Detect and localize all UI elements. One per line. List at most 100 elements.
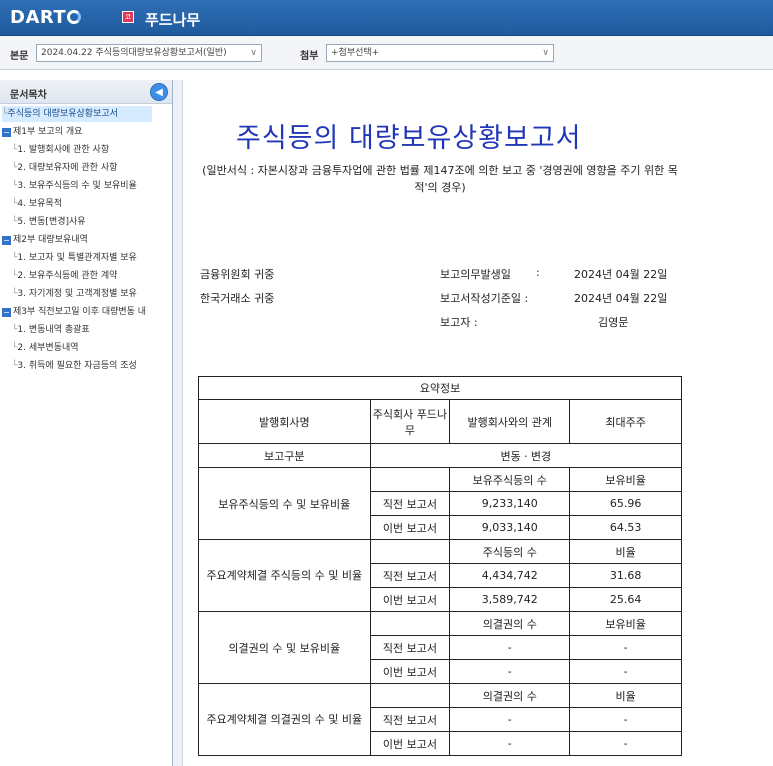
toc-item-cover[interactable]: └주식등의 대량보유상황보고서 [2,106,152,122]
addressee-fsc: 금융위원회 귀중 [200,268,275,281]
relation-label: 발행회사와의 관계 [449,399,571,444]
dart-logo[interactable]: DART [10,7,82,28]
toc-item[interactable]: └3. 취득에 필요한 자금등의 조성 [12,358,137,374]
toc-item[interactable]: └3. 자기계정 및 고객계정별 보유 [12,286,137,302]
section-name: 보유주식등의 수 및 보유비율 [198,467,371,540]
page-subtitle: (일반서식 : 자본시장과 금융투자업에 관한 법률 제147조에 의한 보고 … [202,164,678,194]
section-col1: 의결권의 수 [449,683,571,708]
issuer-name: 주식회사 푸드나무 [369,399,451,444]
summary-table: 요약정보 발행회사명 주식회사 푸드나무 발행회사와의 관계 최대주주 보고구분… [198,376,683,756]
prev-value-1: - [449,635,571,660]
chevron-down-icon: ∨ [250,48,257,58]
company-name: 푸드나무 [145,11,201,29]
logo-swoosh-icon [67,10,82,24]
toc-item[interactable]: └1. 변동내역 총괄표 [12,322,90,338]
attachment-select[interactable]: +첨부선택+ ∨ [326,44,554,62]
toc-item[interactable]: └2. 세부변동내역 [12,340,79,356]
toc-group-part3[interactable]: − 제3부 직전보고일 이후 대량변동 내 [2,304,146,320]
section-col1: 보유주식등의 수 [449,467,571,492]
obligation-date: 2024년 04월 22일 [574,268,668,281]
curr-report-label: 이번 보고서 [369,587,451,612]
expand-icon[interactable]: − [2,308,11,317]
curr-value-1: - [449,731,571,756]
report-type-value: 변동ㆍ변경 [369,443,683,468]
attachment-select-value: +첨부선택+ [331,48,380,58]
chevron-down-icon: ∨ [542,48,549,58]
table-row: 보유주식등의 수 및 보유비율 보유주식등의 수 보유비율 [198,467,682,540]
expand-icon[interactable]: − [2,128,11,137]
prev-value-2: 31.68 [569,563,682,588]
curr-value-2: - [569,731,682,756]
toc-item[interactable]: └2. 보유주식등에 관한 계약 [12,268,117,284]
section-name: 주요계약체결 주식등의 수 및 비율 [198,539,371,612]
curr-value-1: 9,033,140 [449,515,571,540]
prev-report-label: 직전 보고서 [369,635,451,660]
main-doc-select[interactable]: 2024.04.22 주식등의대량보유상황보고서(일반) ∨ [36,44,262,62]
toc-group-part2[interactable]: − 제2부 대량보유내역 [2,232,88,248]
prev-value-2: - [569,635,682,660]
toc-header: 문서목차 ◀ [0,80,172,104]
toc-item[interactable]: └3. 보유주식등의 수 및 보유비율 [12,178,137,194]
curr-value-1: - [449,659,571,684]
attachment-label: 첨부 [300,51,319,62]
table-row: 주요계약체결 의결권의 수 및 비율 의결권의 수 비율 [198,683,682,756]
page-title: 주식등의 대량보유상황보고서 [236,123,582,154]
table-row: 의결권의 수 및 보유비율 의결권의 수 보유비율 [198,611,682,684]
table-row: 발행회사명 주식회사 푸드나무 발행회사와의 관계 최대주주 [198,399,682,444]
toc-item[interactable]: └1. 발행회사에 관한 사항 [12,142,109,158]
section-col2: 비율 [569,539,682,564]
curr-report-label: 이번 보고서 [369,659,451,684]
curr-report-label: 이번 보고서 [369,515,451,540]
issuer-label: 발행회사명 [198,399,371,444]
table-of-contents: 문서목차 ◀ └주식등의 대량보유상황보고서 − 제1부 보고의 개요 └1. 발… [0,80,173,766]
toc-title: 문서목차 [10,90,47,101]
prev-report-label: 직전 보고서 [369,491,451,516]
section-name: 의결권의 수 및 보유비율 [198,611,371,684]
section-col1: 의결권의 수 [449,611,571,636]
toc-item[interactable]: └1. 보고자 및 특별관계자별 보유 [12,250,137,266]
panel-splitter[interactable] [173,80,183,766]
curr-value-1: 3,589,742 [449,587,571,612]
table-row: 보고구분 변동ㆍ변경 [198,443,683,468]
addressee-krx: 한국거래소 귀중 [200,292,275,305]
curr-report-label: 이번 보고서 [369,731,451,756]
section-name: 주요계약체결 의결권의 수 및 비율 [198,683,371,756]
report-type-label: 보고구분 [198,443,371,468]
prev-value-2: - [569,707,682,732]
section-col2: 보유비율 [569,611,682,636]
main-doc-label: 본문 [10,51,29,62]
collapse-panel-icon[interactable]: ◀ [150,83,168,101]
document-toolbar: 본문 2024.04.22 주식등의대량보유상황보고서(일반) ∨ 첨부 +첨부… [0,36,773,70]
company-badge: 코 [122,11,134,23]
obligation-colon: : [536,266,540,279]
toc-item[interactable]: └4. 보유목적 [12,196,62,212]
prev-value-1: - [449,707,571,732]
reporter-label: 보고자 : [440,316,478,329]
curr-value-2: 64.53 [569,515,682,540]
basis-date: 2024년 04월 22일 [574,292,668,305]
curr-value-2: 25.64 [569,587,682,612]
section-col2: 보유비율 [569,467,682,492]
table-row: 주요계약체결 주식등의 수 및 비율 주식등의 수 비율 [198,539,682,612]
summary-title: 요약정보 [198,376,682,400]
document-viewer: 주식등의 대량보유상황보고서 (일반서식 : 자본시장과 금융투자업에 관한 법… [184,80,773,766]
toc-group-part1[interactable]: − 제1부 보고의 개요 [2,124,82,140]
reporter-name: 김영문 [598,316,629,329]
main-doc-select-value: 2024.04.22 주식등의대량보유상황보고서(일반) [41,48,227,58]
prev-value-1: 4,434,742 [449,563,571,588]
relation-value: 최대주주 [569,399,682,444]
toc-item[interactable]: └5. 변동[변경]사유 [12,214,86,230]
toc-item[interactable]: └2. 대량보유자에 관한 사항 [12,160,117,176]
table-row: 요약정보 [198,376,682,400]
prev-report-label: 직전 보고서 [369,707,451,732]
obligation-date-label: 보고의무발생일 [440,268,511,281]
prev-value-2: 65.96 [569,491,682,516]
expand-icon[interactable]: − [2,236,11,245]
section-col2: 비율 [569,683,682,708]
app-header: DART 코 푸드나무 [0,0,773,36]
section-col1: 주식등의 수 [449,539,571,564]
prev-value-1: 9,233,140 [449,491,571,516]
curr-value-2: - [569,659,682,684]
basis-date-label: 보고서작성기준일 : [440,292,529,305]
prev-report-label: 직전 보고서 [369,563,451,588]
